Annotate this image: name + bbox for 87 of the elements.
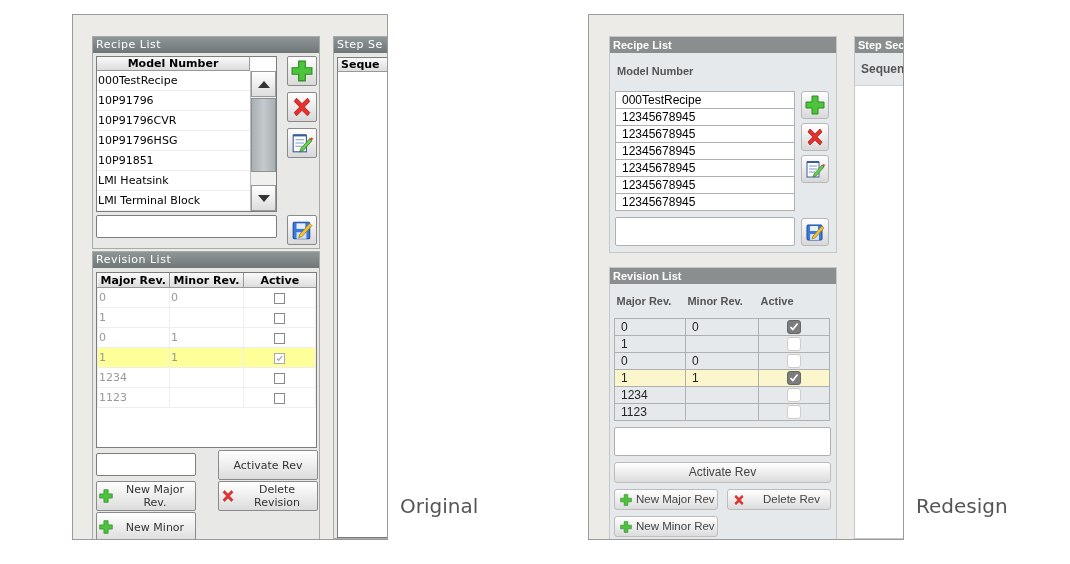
list-item[interactable]: 12345678945 — [616, 194, 794, 210]
column-label: Model Number — [616, 64, 695, 79]
table-row[interactable]: 1234 — [614, 386, 830, 404]
column-header: Model Number — [97, 57, 250, 71]
checkbox[interactable] — [274, 392, 285, 404]
table-cell: 1123 — [614, 403, 686, 421]
edit-button[interactable] — [801, 155, 829, 183]
table-cell: 1 — [97, 307, 170, 328]
text-field[interactable] — [96, 215, 277, 238]
checkbox[interactable] — [274, 352, 285, 364]
cross-icon — [805, 127, 825, 147]
plus-icon — [620, 493, 632, 506]
notepad-icon — [291, 132, 313, 154]
table-cell: 0 — [97, 327, 170, 348]
table-cell: 1 — [169, 327, 244, 348]
list-item[interactable]: 12345678945 — [616, 126, 794, 143]
delete-button[interactable] — [801, 123, 829, 151]
plus-icon — [620, 520, 632, 533]
add-button[interactable] — [801, 91, 829, 119]
text-field[interactable] — [96, 453, 196, 476]
panel-title: Recipe List — [93, 37, 319, 53]
edit-button[interactable] — [287, 128, 317, 158]
table-row[interactable]: 0 0 — [614, 318, 830, 336]
panel-title: Revision List — [610, 268, 836, 284]
cross-icon — [291, 96, 313, 118]
text-field[interactable] — [614, 427, 831, 456]
plus-icon — [99, 489, 113, 503]
checkbox[interactable] — [274, 292, 285, 304]
list-item[interactable]: 12345678945 — [616, 177, 794, 194]
table-cell: 1123 — [97, 387, 170, 408]
column-header: Major Rev. — [614, 284, 686, 319]
new-revision-button[interactable]: New Minor Rev — [614, 516, 718, 537]
panel-title: Recipe List — [610, 37, 836, 53]
table-cell: 0 — [614, 352, 686, 370]
checkbox[interactable] — [274, 332, 285, 344]
column-header: Minor Rev. — [169, 273, 244, 288]
text-field[interactable] — [615, 217, 795, 246]
arrow-down-icon[interactable] — [257, 194, 270, 202]
activate-button[interactable]: Activate Rev — [218, 450, 318, 480]
list-item[interactable]: 12345678945 — [616, 143, 794, 160]
scrollbar[interactable] — [250, 71, 276, 211]
plus-icon — [99, 520, 113, 534]
checkbox[interactable] — [787, 320, 801, 335]
table-cell: 0 — [614, 318, 686, 336]
table-cell: 1 — [97, 347, 170, 368]
table-cell: 0 — [685, 352, 759, 370]
list-item[interactable]: 12345678945 — [616, 109, 794, 126]
table-cell: 1234 — [97, 367, 170, 388]
list-item[interactable]: 000TestRecipe — [616, 92, 794, 109]
table-row[interactable]: 0 0 — [614, 352, 830, 370]
cross-icon — [733, 493, 745, 506]
column-header: Seque — [337, 57, 387, 72]
column-header: Active — [758, 284, 830, 319]
new-revision-button[interactable]: New Minor — [96, 512, 196, 539]
column-header: Major Rev. — [97, 273, 170, 288]
table-row[interactable]: 1123 — [614, 403, 830, 421]
panel-title: Revision List — [93, 252, 319, 268]
table-cell: 0 — [97, 287, 170, 308]
checkbox[interactable] — [274, 372, 285, 384]
column-header: Active — [243, 273, 316, 288]
list-item[interactable]: 12345678945 — [616, 160, 794, 177]
delete-revision-button[interactable]: Delete Revision — [218, 481, 318, 511]
caption: Redesign — [915, 494, 1009, 520]
save-button[interactable] — [287, 215, 317, 245]
new-revision-button[interactable]: New Major Rev — [614, 489, 718, 510]
save-button[interactable] — [801, 218, 829, 246]
caption: Original — [399, 494, 480, 520]
new-revision-button[interactable]: New Major Rev. — [96, 481, 196, 511]
table-cell: 0 — [169, 287, 244, 308]
plus-icon — [805, 95, 825, 115]
table-row[interactable]: 1 1 — [614, 369, 830, 387]
notepad-icon — [805, 159, 825, 179]
table-cell: 0 — [685, 318, 759, 336]
table-cell: 1 — [614, 335, 686, 353]
add-button[interactable] — [287, 56, 317, 86]
delete-revision-button[interactable]: Delete Rev — [727, 489, 831, 510]
arrow-up-icon[interactable] — [257, 80, 270, 88]
delete-button[interactable] — [287, 92, 317, 122]
activate-button[interactable]: Activate Rev — [614, 462, 831, 483]
column-header: Minor Rev. — [685, 284, 759, 319]
checkbox[interactable] — [787, 371, 801, 386]
panel-title: Step Se — [334, 37, 387, 53]
cross-icon — [221, 489, 235, 503]
checkbox[interactable] — [274, 312, 285, 324]
plus-icon — [291, 60, 313, 82]
table-row[interactable]: 1 — [614, 335, 830, 353]
table-cell: 1234 — [614, 386, 686, 404]
